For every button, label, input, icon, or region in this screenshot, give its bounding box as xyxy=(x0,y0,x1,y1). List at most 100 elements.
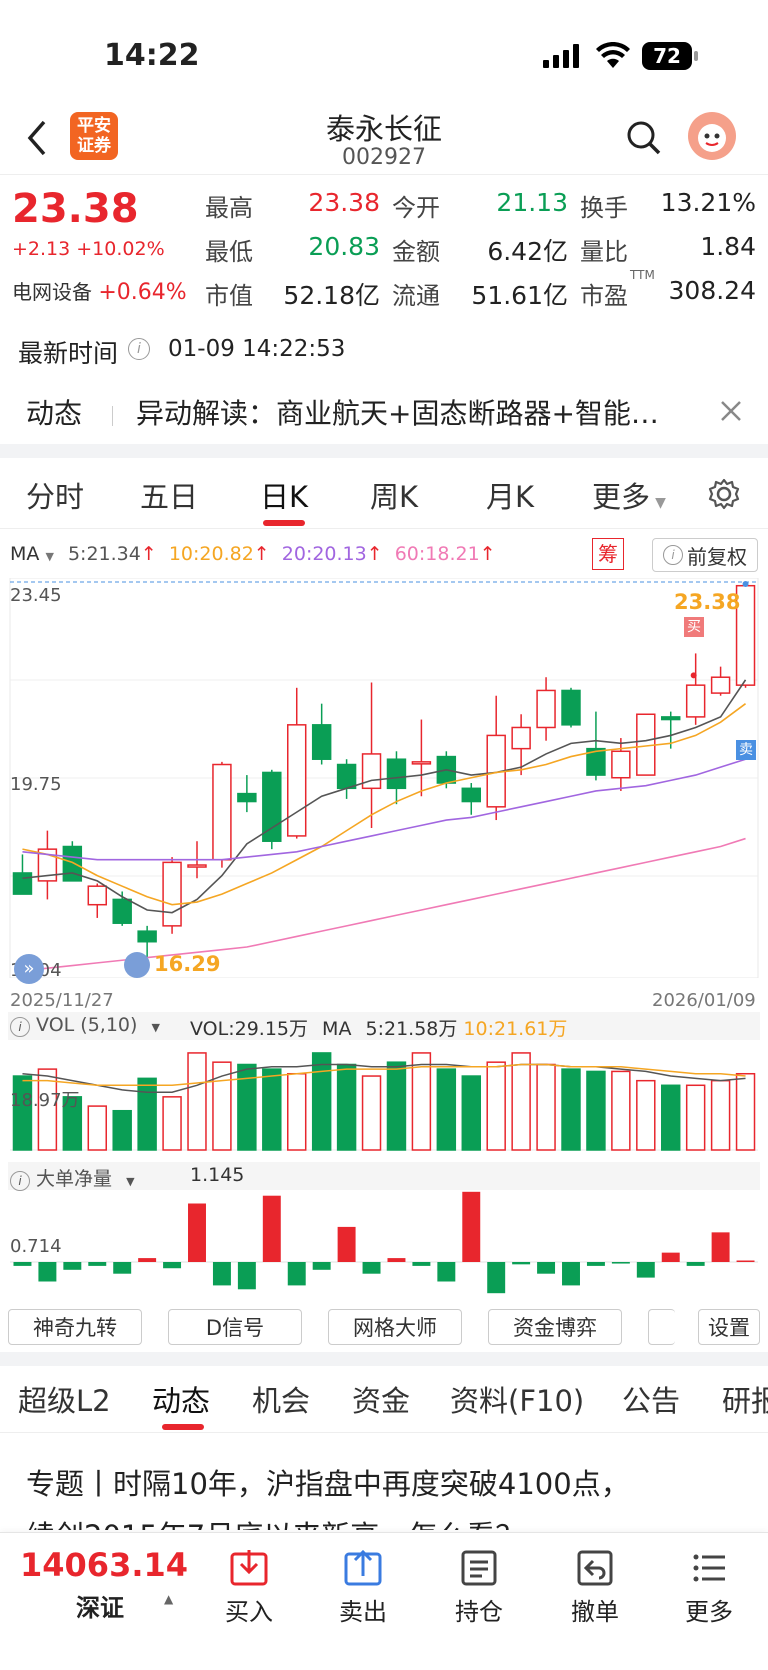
net-order-bar xyxy=(88,1262,107,1266)
candle xyxy=(311,724,332,760)
nine-turn-button[interactable]: 神奇九转 xyxy=(8,1309,142,1345)
tab-more-label: 更多 xyxy=(592,480,651,514)
tab-super-l2[interactable]: 超级L2 xyxy=(18,1378,111,1420)
candle xyxy=(461,787,481,803)
candle xyxy=(661,716,681,721)
net-order-bar xyxy=(487,1262,506,1294)
close-icon[interactable] xyxy=(718,398,744,428)
news-tag: 动态 xyxy=(26,397,83,430)
candle xyxy=(536,689,556,729)
latest-time-label: 最新时间 xyxy=(18,339,119,368)
volume-bar xyxy=(561,1068,581,1151)
tab-five-day[interactable]: 五日 xyxy=(140,474,198,516)
up-arrow-icon: ↑ xyxy=(140,543,157,565)
net-order-bar xyxy=(586,1262,605,1266)
candle xyxy=(112,898,132,924)
net-order-bar xyxy=(412,1262,431,1266)
battery-level: 72 xyxy=(653,44,681,68)
chip-button[interactable]: 筹 xyxy=(592,538,624,570)
net-order-bar xyxy=(462,1191,481,1262)
tab-day-k[interactable]: 日K xyxy=(260,474,308,516)
article-title[interactable]: 专题丨时隔10年，沪指盘中再度突破4100点， 续创2015年7月底以来新高，怎… xyxy=(26,1458,768,1530)
volume-bar xyxy=(661,1084,681,1151)
ma5-value: 5:21.34 xyxy=(67,543,141,565)
volume-bar xyxy=(636,1079,656,1151)
mktcap-value: 52.18亿 xyxy=(283,281,380,310)
net-order-bar xyxy=(237,1262,256,1290)
tab-opportunity[interactable]: 机会 xyxy=(252,1378,310,1420)
sell-tag[interactable]: 卖 xyxy=(736,740,756,760)
index-name[interactable]: 深证 xyxy=(76,1588,124,1623)
volume-bar xyxy=(511,1052,531,1151)
up-arrow-icon: ↑ xyxy=(366,543,383,565)
high-label: 最高 xyxy=(205,194,253,222)
tab-announcement[interactable]: 公告 xyxy=(622,1378,680,1420)
kline-chart[interactable] xyxy=(0,578,768,978)
search-icon[interactable] xyxy=(626,120,662,160)
candle xyxy=(511,726,531,750)
more-button[interactable]: 更多 xyxy=(664,1546,754,1627)
last-price-dot xyxy=(742,581,749,587)
indicator-settings-button[interactable]: 设置 xyxy=(698,1309,760,1345)
max-price-mark: 23.38 xyxy=(674,590,741,614)
net-order-bar xyxy=(138,1258,157,1262)
tab-funds[interactable]: 资金 xyxy=(352,1378,410,1420)
candle xyxy=(137,930,157,943)
buy-tag[interactable]: 买 xyxy=(684,617,704,637)
turnover-label: 换手 xyxy=(580,194,628,222)
volume-bar xyxy=(112,1109,132,1151)
up-arrow-icon: ↑ xyxy=(479,543,496,565)
position-button[interactable]: 持仓 xyxy=(434,1546,524,1627)
collapse-icon[interactable]: » xyxy=(14,954,44,984)
tab-minute[interactable]: 分时 xyxy=(26,474,84,516)
volume-bar xyxy=(586,1070,606,1151)
buy-icon xyxy=(204,1546,294,1590)
net-order-bar xyxy=(163,1262,182,1269)
net-order-bar xyxy=(537,1262,556,1274)
position-icon xyxy=(434,1546,524,1590)
tab-month-k[interactable]: 月K xyxy=(486,474,534,516)
net-order-bar xyxy=(437,1262,456,1282)
candle xyxy=(411,761,432,765)
tab-f10[interactable]: 资料(F10) xyxy=(450,1378,584,1420)
candle xyxy=(87,885,107,906)
menu-icon xyxy=(664,1546,754,1590)
candle xyxy=(212,763,232,861)
grid-master-button[interactable]: 网格大师 xyxy=(328,1309,462,1345)
index-value[interactable]: 14063.14 xyxy=(20,1546,188,1584)
buy-button[interactable]: 买入 xyxy=(204,1546,294,1627)
low-value: 20.83 xyxy=(308,232,380,261)
candle xyxy=(162,861,182,927)
volume-chart[interactable] xyxy=(0,1040,768,1154)
net-order-bar xyxy=(113,1262,132,1274)
vol-indicator-selector[interactable]: i VOL (5,10) ▼ xyxy=(10,1014,160,1037)
info-icon[interactable]: i xyxy=(128,338,150,360)
sector-link[interactable]: 电网设备 +0.64% xyxy=(12,276,187,305)
volume-bar xyxy=(536,1063,556,1151)
d-signal-button[interactable]: D信号 xyxy=(168,1309,302,1345)
candle xyxy=(685,684,706,718)
avatar[interactable] xyxy=(688,112,736,160)
net-indicator-selector[interactable]: i 大单净量 ▼ xyxy=(10,1164,135,1191)
gear-icon[interactable] xyxy=(708,478,740,514)
candle xyxy=(237,792,257,803)
volume-bar xyxy=(287,1072,307,1151)
cancel-order-button[interactable]: 撤单 xyxy=(550,1546,640,1627)
triangle-up-icon[interactable]: ▲ xyxy=(164,1592,173,1606)
tab-dynamic[interactable]: 动态 xyxy=(152,1378,210,1420)
partial-button[interactable] xyxy=(648,1309,675,1345)
tab-more[interactable]: 更多 ▼ xyxy=(592,474,666,516)
news-banner[interactable]: 动态 异动解读：商业航天+固态断路器+智能… xyxy=(0,384,768,440)
tab-week-k[interactable]: 周K xyxy=(370,474,418,516)
open-label: 今开 xyxy=(392,194,440,222)
low-label: 最低 xyxy=(205,238,253,266)
fund-game-button[interactable]: 资金博弈 xyxy=(488,1309,622,1345)
ma-legend[interactable]: MA ▼ 5:21.34↑ 10:20.82↑ 20:20.13↑ 60:18.… xyxy=(10,543,496,565)
adjust-button[interactable]: i 前复权 xyxy=(652,538,758,572)
sell-button[interactable]: 卖出 xyxy=(318,1546,408,1627)
tab-research[interactable]: 研报 xyxy=(722,1378,768,1420)
net-order-bar xyxy=(337,1226,356,1262)
volume-bar xyxy=(611,1070,631,1151)
net-order-bar xyxy=(38,1262,57,1282)
net-order-chart[interactable] xyxy=(0,1190,768,1300)
